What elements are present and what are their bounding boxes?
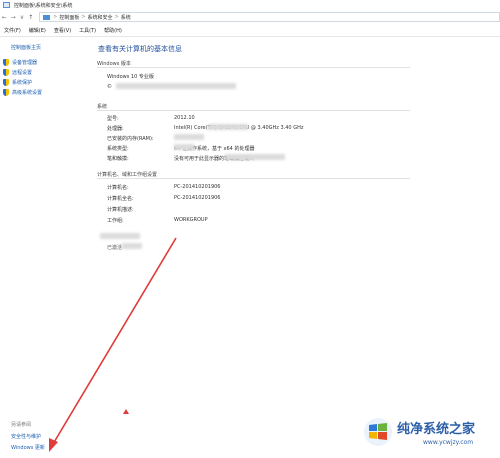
section-divider — [97, 110, 410, 111]
menu-tools[interactable]: 工具(T) — [79, 27, 96, 34]
redacted-copyright — [116, 83, 236, 89]
model-value: 2012.10 — [174, 115, 195, 121]
menu-edit[interactable]: 编辑(E) — [29, 27, 46, 34]
breadcrumb-control-panel[interactable]: 控制面板 — [59, 14, 79, 21]
sidebar-item-label: 设备管理器 — [12, 59, 38, 66]
pen-touch-label: 笔和触摸: — [107, 156, 129, 162]
breadcrumb-separator: > — [81, 14, 86, 20]
shield-icon — [3, 88, 9, 96]
redacted-system-type — [174, 144, 194, 150]
sidebar-item-label: 系统保护 — [12, 79, 33, 86]
windows-logo-icon — [364, 418, 392, 446]
section-divider — [97, 178, 410, 179]
forward-button[interactable]: → — [9, 14, 18, 21]
menu-bar: 文件(F) 编辑(E) 查看(V) 工具(T) 帮助(H) — [0, 26, 500, 35]
see-also-links: 安全性与维护 Windows 更新 — [11, 432, 45, 454]
watermark: 纯净系统之家 www.ycwjzy.com — [363, 412, 500, 458]
windows-update-link[interactable]: Windows 更新 — [11, 443, 45, 454]
computer-name-label: 计算机名: — [107, 185, 129, 191]
sidebar-item-advanced-settings[interactable]: 高级系统设置 — [3, 87, 42, 97]
redacted-pen-touch — [225, 154, 285, 160]
redacted-memory — [174, 134, 204, 140]
redacted-activation-status — [122, 243, 142, 249]
up-button[interactable]: ↑ — [26, 14, 35, 21]
system-type-label: 系统类型: — [107, 146, 129, 152]
shield-icon — [3, 78, 9, 86]
control-panel-home-link[interactable]: 控制面板主页 — [11, 44, 41, 51]
menu-view[interactable]: 查看(V) — [54, 27, 71, 34]
shield-icon — [3, 68, 9, 76]
windows-edition-header: Windows 版本 — [97, 61, 131, 67]
watermark-name: 纯净系统之家 — [397, 422, 476, 437]
full-name-label: 计算机全名: — [107, 196, 134, 202]
recent-locations-button[interactable]: ∨ — [18, 14, 27, 21]
window-title: 控制面板\系统和安全\系统 — [14, 2, 73, 9]
sidebar-item-label: 远程设置 — [12, 69, 33, 76]
title-bar: 控制面板\系统和安全\系统 — [0, 0, 500, 10]
sidebar: 控制面板主页 设备管理器 远程设置 系统保护 高级系统设置 另请参阅 安全性与维… — [0, 37, 90, 458]
sidebar-item-label: 高级系统设置 — [12, 89, 43, 96]
address-bar: ← → ∨ ↑ > 控制面板 > 系统和安全 > 系统 — [0, 11, 500, 23]
page-title: 查看有关计算机的基本信息 — [98, 45, 182, 53]
redacted-activation-header — [100, 233, 140, 239]
breadcrumb-separator: > — [114, 14, 119, 20]
watermark-url: www.ycwjzy.com — [423, 439, 474, 446]
breadcrumb-separator: > — [53, 14, 58, 20]
workgroup-label: 工作组: — [107, 218, 124, 224]
security-maintenance-link[interactable]: 安全性与维护 — [11, 432, 45, 443]
model-label: 型号: — [107, 116, 119, 122]
window-icon — [3, 2, 10, 8]
description-label: 计算机描述: — [107, 207, 134, 213]
control-panel-icon — [43, 14, 51, 20]
full-name-value: PC-201410201906 — [174, 195, 221, 201]
workgroup-value: WORKGROUP — [174, 217, 208, 223]
system-header: 系统 — [97, 104, 108, 110]
main-content: 查看有关计算机的基本信息 Windows 版本 Windows 10 专业版 ©… — [90, 37, 500, 458]
address-field[interactable]: > 控制面板 > 系统和安全 > 系统 — [39, 12, 500, 22]
sidebar-item-device-manager[interactable]: 设备管理器 — [3, 57, 42, 67]
see-also-heading: 另请参阅 — [11, 422, 32, 428]
computer-name-value: PC-201410201906 — [174, 184, 221, 190]
copyright-text: © — [107, 84, 112, 90]
windows-edition-value: Windows 10 专业版 — [107, 74, 154, 80]
section-divider — [97, 67, 410, 68]
back-button[interactable]: ← — [0, 14, 9, 21]
computer-name-header: 计算机名、域和工作组设置 — [97, 172, 158, 178]
sidebar-links: 设备管理器 远程设置 系统保护 高级系统设置 — [3, 57, 42, 97]
breadcrumb-system[interactable]: 系统 — [121, 14, 131, 21]
redacted-processor — [208, 124, 248, 130]
memory-label: 已安装的内存(RAM): — [107, 136, 154, 142]
menu-file[interactable]: 文件(F) — [4, 27, 21, 34]
processor-label: 处理器: — [107, 126, 124, 132]
sidebar-item-remote-settings[interactable]: 远程设置 — [3, 67, 42, 77]
shield-icon — [3, 58, 9, 66]
sidebar-item-system-protection[interactable]: 系统保护 — [3, 77, 42, 87]
breadcrumb-system-security[interactable]: 系统和安全 — [88, 14, 113, 21]
activation-fragment: 已激活 — [107, 245, 123, 251]
menu-help[interactable]: 帮助(H) — [104, 27, 122, 34]
